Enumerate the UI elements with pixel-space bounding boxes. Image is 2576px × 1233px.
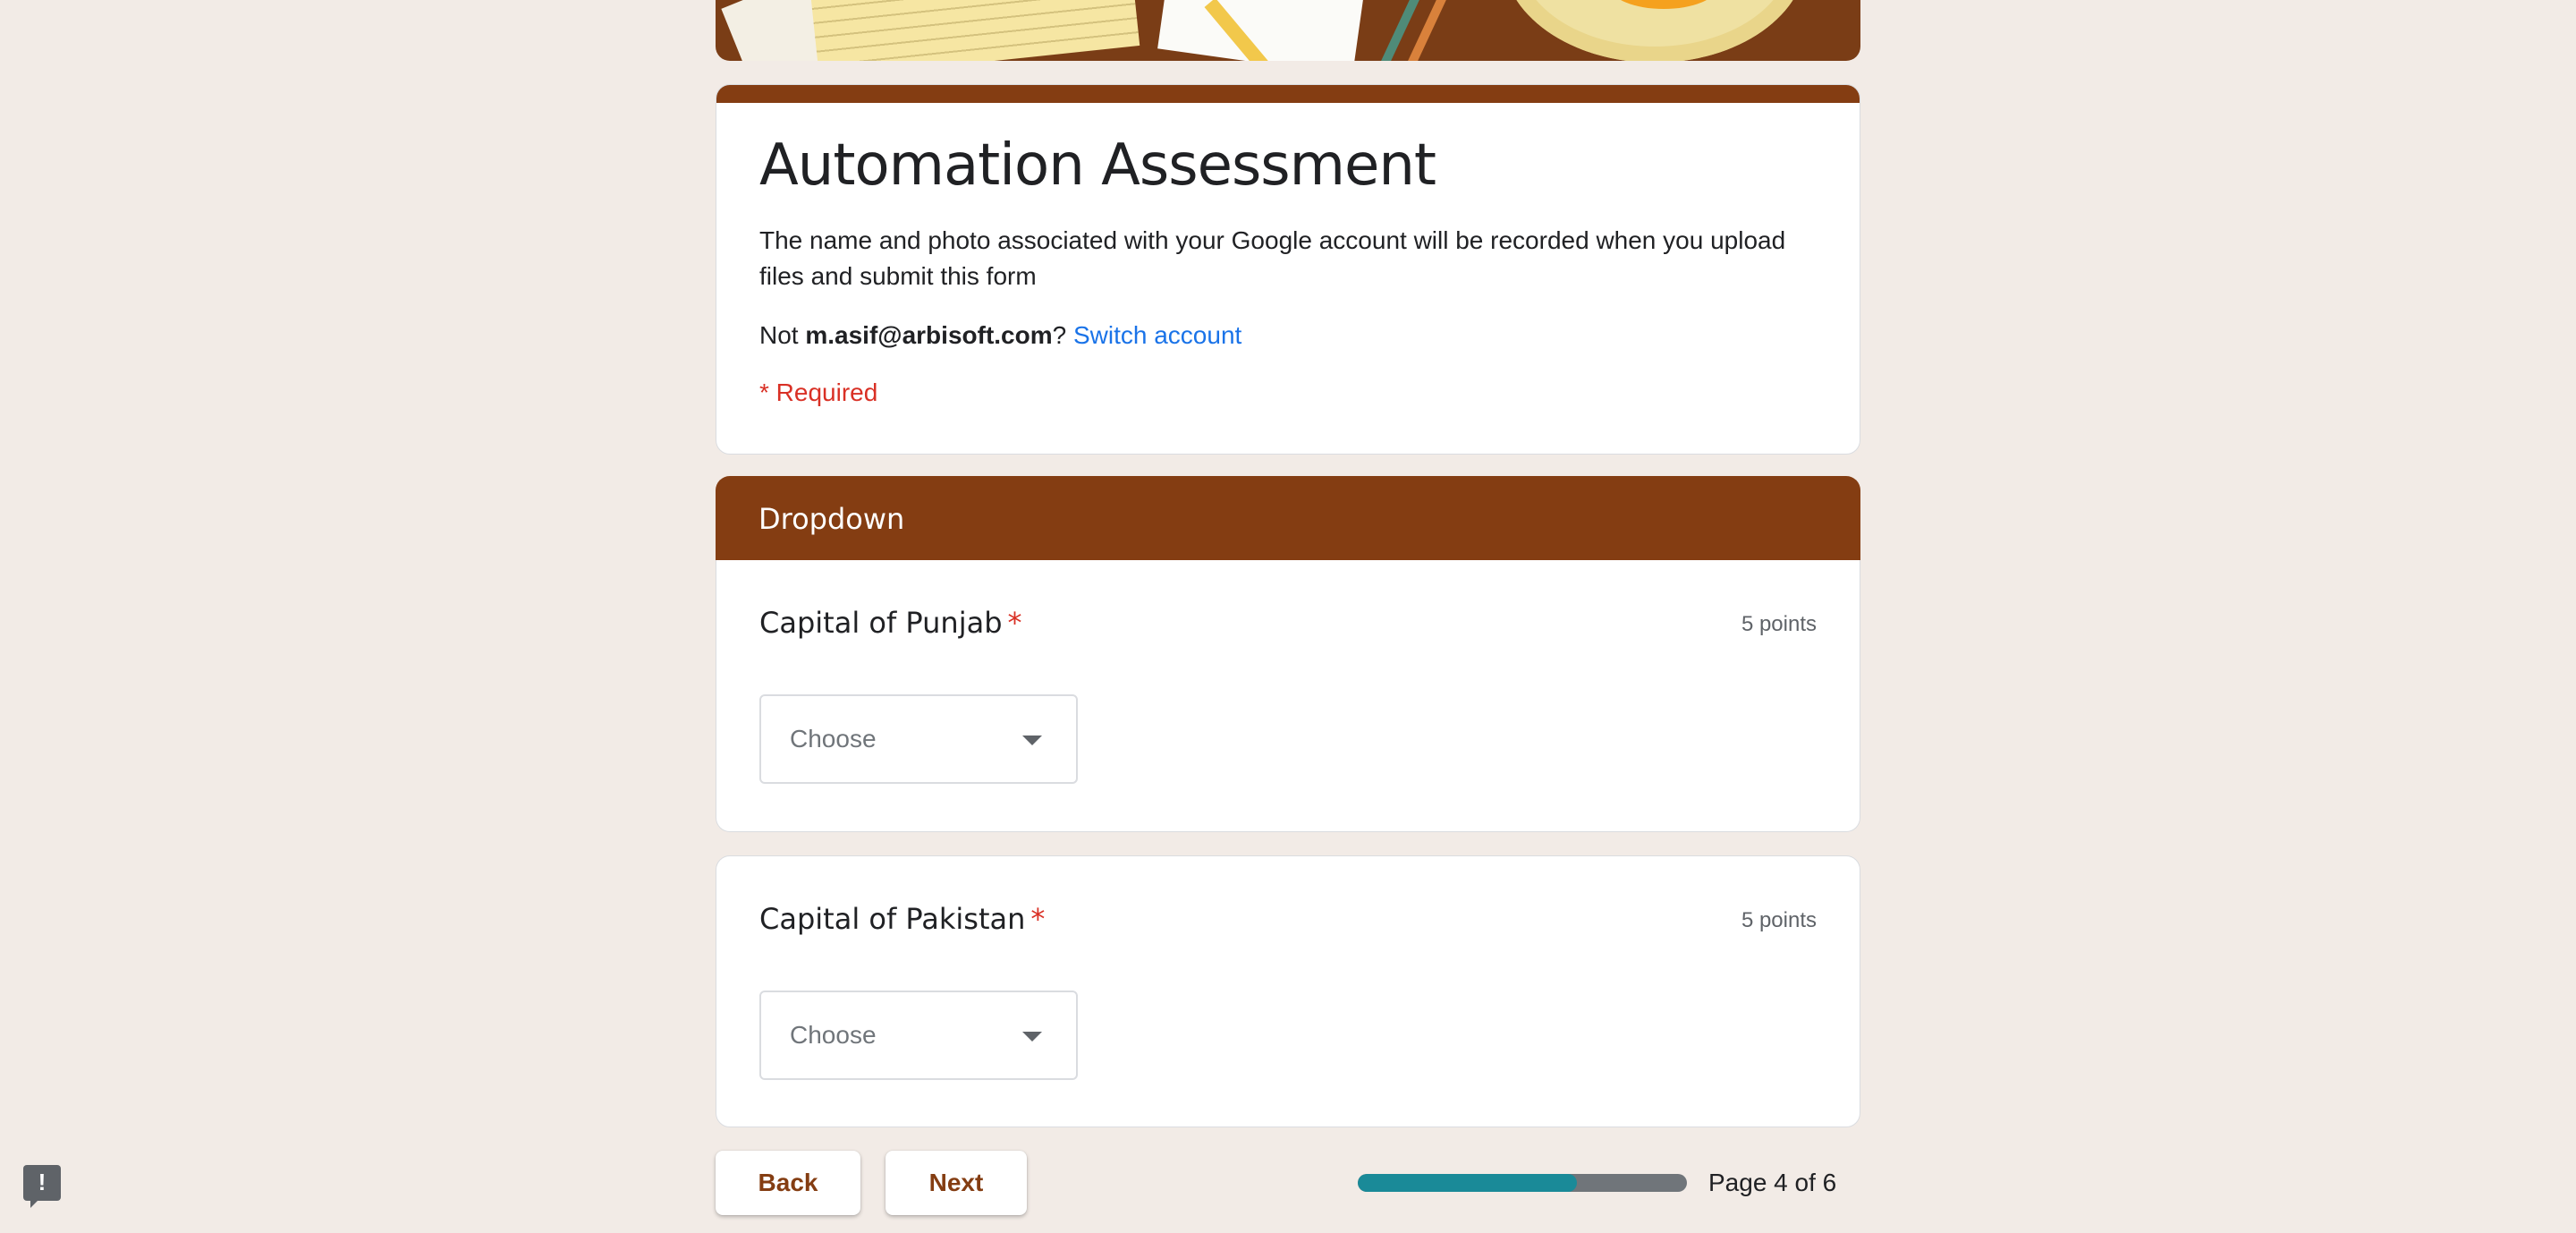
progress-bar xyxy=(1358,1174,1687,1192)
question-card: Capital of Punjab * 5 points Choose xyxy=(716,560,1860,832)
form-header-card: Automation Assessment The name and photo… xyxy=(716,84,1860,455)
back-button[interactable]: Back xyxy=(716,1151,860,1215)
dropdown-arrow-icon xyxy=(1022,1032,1042,1042)
question-title: Capital of Punjab * xyxy=(759,603,1022,642)
question-card: Capital of Pakistan * 5 points Choose xyxy=(716,855,1860,1127)
report-issue-icon[interactable]: ! xyxy=(23,1165,61,1208)
capital-of-pakistan-dropdown[interactable]: Choose xyxy=(759,991,1078,1080)
header-banner-image xyxy=(716,0,1860,61)
question-title: Capital of Pakistan * xyxy=(759,899,1045,939)
page-indicator: Page 4 of 6 xyxy=(1708,1169,1837,1196)
account-suffix: ? xyxy=(1052,321,1067,349)
required-asterisk: * xyxy=(1007,606,1022,640)
account-line: Not m.asif@arbisoft.com? Switch account xyxy=(759,318,1241,353)
theme-accent-bar xyxy=(716,85,1860,103)
form-description: The name and photo associated with your … xyxy=(759,226,1786,290)
section-title: Dropdown xyxy=(758,502,905,536)
section-header: Dropdown xyxy=(716,476,1860,562)
capital-of-punjab-dropdown[interactable]: Choose xyxy=(759,694,1078,784)
question-points: 5 points xyxy=(1741,908,1817,932)
dropdown-placeholder: Choose xyxy=(790,725,877,753)
next-button[interactable]: Next xyxy=(886,1151,1027,1215)
dropdown-arrow-icon xyxy=(1022,736,1042,745)
account-email: m.asif@arbisoft.com xyxy=(805,321,1053,349)
dropdown-placeholder: Choose xyxy=(790,1021,877,1049)
progress-bar-fill xyxy=(1358,1174,1578,1192)
account-prefix: Not xyxy=(759,321,806,349)
required-asterisk: * xyxy=(1030,902,1046,936)
feedback-glyph: ! xyxy=(38,1169,47,1195)
question-title-text: Capital of Punjab xyxy=(759,606,1003,640)
required-note: * Required xyxy=(759,378,878,406)
switch-account-link[interactable]: Switch account xyxy=(1073,321,1241,349)
form-title: Automation Assessment xyxy=(759,132,1436,199)
question-points: 5 points xyxy=(1741,612,1817,636)
question-title-text: Capital of Pakistan xyxy=(759,902,1026,936)
